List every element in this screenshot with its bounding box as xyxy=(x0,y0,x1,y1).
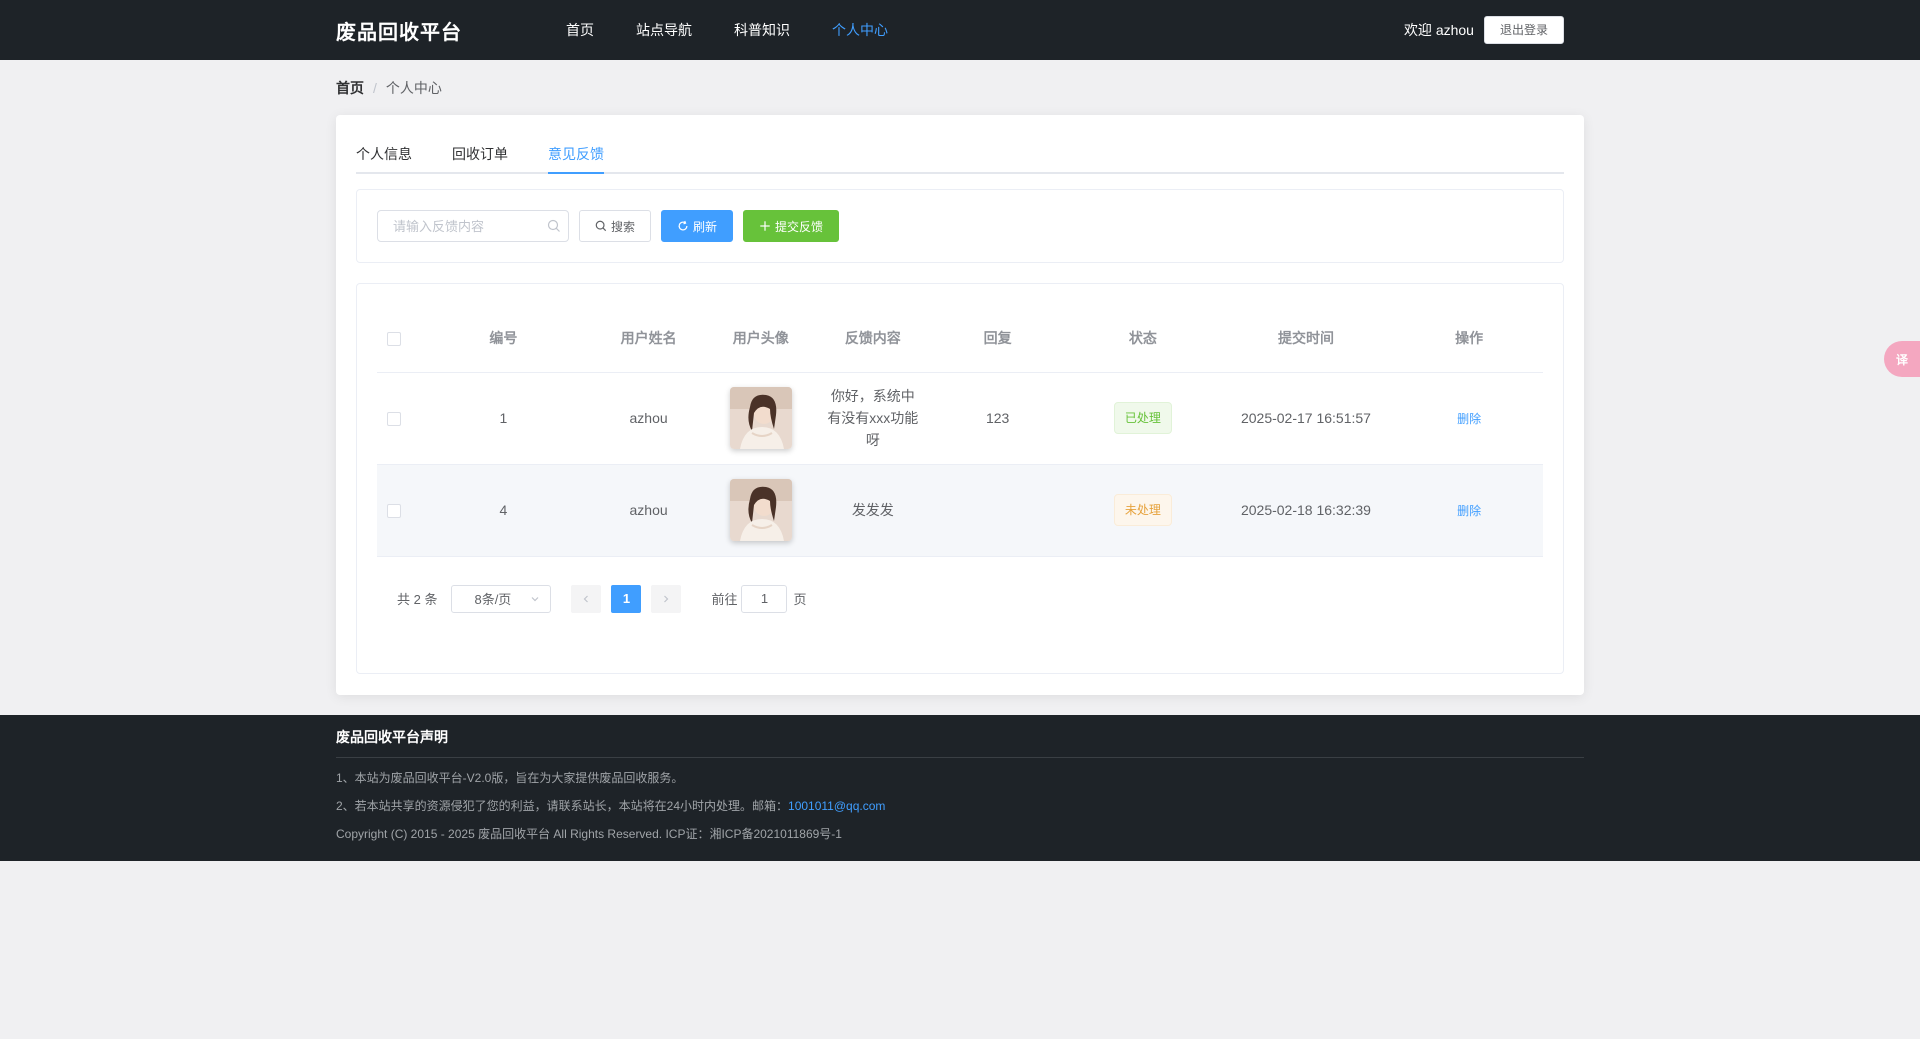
cell-submit-time: 2025-02-17 16:51:57 xyxy=(1216,372,1396,465)
column-header: 操作 xyxy=(1395,304,1543,373)
user-avatar[interactable] xyxy=(729,479,792,541)
breadcrumb-separator: / xyxy=(373,79,377,96)
nav-knowledge[interactable]: 科普知识 xyxy=(734,0,790,60)
cell-feedback-content: 发发发 xyxy=(819,464,927,557)
breadcrumb-home[interactable]: 首页 xyxy=(336,78,364,98)
footer-line-2: 2、若本站共享的资源侵犯了您的利益，请联系站长，本站将在24小时内处理。邮箱：1… xyxy=(336,797,1584,814)
footer: 废品回收平台声明 1、本站为废品回收平台-V2.0版，旨在为大家提供废品回收服务… xyxy=(0,715,1920,861)
column-header: 用户头像 xyxy=(702,304,820,373)
welcome-text: 欢迎 azhou xyxy=(1403,22,1474,38)
status-badge: 已处理 xyxy=(1113,402,1172,434)
row-checkbox[interactable] xyxy=(387,412,401,427)
chevron-left-icon xyxy=(584,595,589,602)
goto-label: 前往 xyxy=(711,592,738,607)
cell-username: azhou xyxy=(595,464,703,557)
footer-copyright: Copyright (C) 2015 - 2025 废品回收平台 All Rig… xyxy=(336,827,842,841)
prev-page-button[interactable] xyxy=(571,584,602,613)
pagination: 共 2 条 8条/页 1 前往 页 xyxy=(377,584,1543,613)
search-icon xyxy=(595,220,607,232)
refresh-button[interactable]: 刷新 xyxy=(661,210,734,242)
footer-email-link[interactable]: 1001011@qq.com xyxy=(788,799,885,813)
tab-feedback[interactable]: 意见反馈 xyxy=(548,135,604,174)
user-area: 欢迎 azhou 退出登录 xyxy=(1404,0,1564,60)
table-row: 4 azhou 发发发 未处理 2025-02-18 16:32:39 删除 xyxy=(377,464,1543,557)
select-all-checkbox[interactable] xyxy=(387,331,402,346)
tab-recycle-orders[interactable]: 回收订单 xyxy=(452,135,508,172)
breadcrumb-current: 个人中心 xyxy=(385,79,442,96)
footer-line-2-text: 2、若本站共享的资源侵犯了您的利益，请联系站长，本站将在24小时内处理。邮箱： xyxy=(336,799,789,813)
page-number-current[interactable]: 1 xyxy=(611,584,642,613)
column-header: 回复 xyxy=(926,304,1070,373)
status-badge: 未处理 xyxy=(1113,494,1172,526)
main-nav: 首页 站点导航 科普知识 个人中心 xyxy=(566,0,930,60)
refresh-icon xyxy=(678,220,688,231)
cell-id: 4 xyxy=(411,464,596,557)
user-avatar[interactable] xyxy=(729,387,792,449)
footer-title: 废品回收平台声明 xyxy=(336,727,1584,758)
delete-link[interactable]: 删除 xyxy=(1457,504,1481,518)
refresh-button-label: 刷新 xyxy=(693,219,718,234)
plus-icon xyxy=(760,221,770,231)
breadcrumb: 首页 / 个人中心 xyxy=(336,60,1584,115)
column-header: 反馈内容 xyxy=(819,304,927,373)
row-checkbox[interactable] xyxy=(387,504,401,519)
footer-line-1: 1、本站为废品回收平台-V2.0版，旨在为大家提供废品回收服务。 xyxy=(336,771,684,785)
toolbar: 搜索 刷新 提交反馈 xyxy=(356,189,1564,263)
nav-site-guide[interactable]: 站点导航 xyxy=(636,0,692,60)
cell-reply xyxy=(926,464,1070,557)
cell-id: 1 xyxy=(411,372,596,465)
delete-link[interactable]: 删除 xyxy=(1457,412,1481,426)
cell-username: azhou xyxy=(595,372,703,465)
cell-feedback-content: 你好，系统中有没有xxx功能呀 xyxy=(819,372,927,465)
chevron-down-icon xyxy=(532,596,539,601)
page-size-value: 8条/页 xyxy=(474,592,512,607)
feedback-table: 编号 用户姓名 用户头像 反馈内容 回复 状态 提交时间 操作 1 azhou xyxy=(377,304,1543,557)
table-header-row: 编号 用户姓名 用户头像 反馈内容 回复 状态 提交时间 操作 xyxy=(377,304,1543,373)
cell-submit-time: 2025-02-18 16:32:39 xyxy=(1216,464,1396,557)
nav-personal-center[interactable]: 个人中心 xyxy=(832,0,888,60)
column-header: 编号 xyxy=(411,304,596,373)
search-icon xyxy=(547,219,560,232)
top-navbar: 废品回收平台 首页 站点导航 科普知识 个人中心 欢迎 azhou 退出登录 xyxy=(0,0,1920,60)
content-card: 个人信息 回收订单 意见反馈 搜索 刷新 提交反馈 xyxy=(336,115,1584,695)
pagination-total: 共 2 条 xyxy=(397,592,438,607)
nav-home[interactable]: 首页 xyxy=(566,0,594,60)
next-page-button[interactable] xyxy=(651,584,682,613)
translate-float-button[interactable]: 译 xyxy=(1884,341,1920,377)
feedback-table-panel: 编号 用户姓名 用户头像 反馈内容 回复 状态 提交时间 操作 1 azhou xyxy=(356,283,1564,674)
logout-button[interactable]: 退出登录 xyxy=(1483,16,1564,44)
tabs: 个人信息 回收订单 意见反馈 xyxy=(356,135,1564,174)
submit-feedback-label: 提交反馈 xyxy=(775,219,824,234)
search-button-label: 搜索 xyxy=(611,219,636,234)
table-row: 1 azhou 你好，系统中有没有xxx功能呀 123 已处理 2025-02-… xyxy=(377,372,1543,465)
page-size-select[interactable]: 8条/页 xyxy=(451,584,552,613)
goto-suffix: 页 xyxy=(793,592,807,607)
tab-personal-info[interactable]: 个人信息 xyxy=(356,135,412,172)
submit-feedback-button[interactable]: 提交反馈 xyxy=(743,210,840,242)
search-button[interactable]: 搜索 xyxy=(579,210,652,242)
cell-reply: 123 xyxy=(926,372,1070,465)
goto-page-input[interactable] xyxy=(741,584,788,613)
chevron-right-icon xyxy=(664,595,669,602)
column-header: 提交时间 xyxy=(1216,304,1396,373)
search-input[interactable] xyxy=(377,210,569,242)
column-header: 用户姓名 xyxy=(595,304,703,373)
column-header: 状态 xyxy=(1069,304,1217,373)
search-box xyxy=(377,210,569,242)
site-logo[interactable]: 废品回收平台 xyxy=(336,16,566,45)
